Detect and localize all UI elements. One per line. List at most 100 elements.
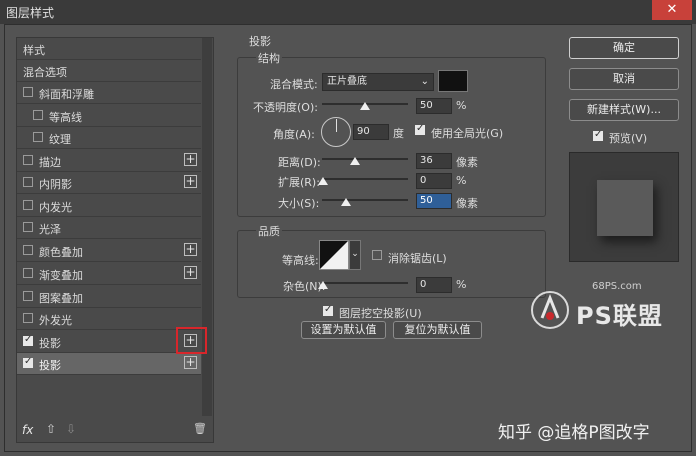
noise-field[interactable]: 0 <box>416 277 452 293</box>
spread-slider[interactable] <box>322 178 408 180</box>
blend-mode-select[interactable]: 正片叠底 ⌄ <box>322 73 434 91</box>
sidebar-item-bevel-emboss[interactable]: 斜面和浮雕 <box>17 82 201 104</box>
blend-mode-label: 混合模式: <box>270 78 318 91</box>
checkbox-satin[interactable] <box>23 222 33 232</box>
move-up-icon[interactable]: ⇧ <box>46 422 56 436</box>
size-slider[interactable] <box>322 199 408 201</box>
distance-slider[interactable] <box>322 158 408 160</box>
add-drop-shadow-icon-2[interactable]: + <box>184 356 197 369</box>
sidebar-item-label: 混合选项 <box>23 66 67 79</box>
distance-field[interactable]: 36 <box>416 153 452 169</box>
opacity-label: 不透明度(O): <box>253 101 318 114</box>
sidebar-item-label: 光泽 <box>39 223 61 236</box>
checkbox-inner-glow[interactable] <box>23 200 33 210</box>
sidebar-item-stroke[interactable]: 描边 + <box>17 150 201 172</box>
opacity-field[interactable]: 50 <box>416 98 452 114</box>
knockout-label: 图层挖空投影(U) <box>339 307 422 320</box>
global-light-label: 使用全局光(G) <box>431 127 504 140</box>
antialias-checkbox[interactable] <box>372 250 382 260</box>
checkbox-contour[interactable] <box>33 110 43 120</box>
sidebar-item-styles[interactable]: 样式 <box>17 38 201 60</box>
sidebar-item-label: 投影 <box>39 359 61 372</box>
close-icon: ✕ <box>666 2 678 17</box>
angle-unit: 度 <box>393 127 404 140</box>
trash-icon[interactable]: 🗑 <box>193 422 207 435</box>
fx-icon[interactable]: fx <box>22 423 33 437</box>
contour-dropdown[interactable]: ⌄ <box>349 240 361 270</box>
spread-field[interactable]: 0 <box>416 173 452 189</box>
checkbox-color-overlay[interactable] <box>23 245 33 255</box>
sidebar-item-blending-options[interactable]: 混合选项 <box>17 60 201 82</box>
sidebar-item-drop-shadow[interactable]: 投影 + <box>17 331 201 353</box>
ok-button[interactable]: 确定 <box>569 37 679 59</box>
checkbox-gradient-overlay[interactable] <box>23 268 33 278</box>
sidebar-item-drop-shadow-selected[interactable]: 投影 + <box>17 353 201 375</box>
angle-dial[interactable] <box>321 117 351 147</box>
distance-slider-thumb[interactable] <box>350 157 360 165</box>
antialias-label: 消除锯齿(L) <box>388 252 447 265</box>
structure-title: 结构 <box>256 50 282 66</box>
noise-slider-thumb[interactable] <box>318 281 328 289</box>
knockout-checkbox[interactable] <box>323 304 333 316</box>
size-field[interactable]: 50 <box>416 193 452 209</box>
checkbox-pattern-overlay[interactable] <box>23 291 33 301</box>
angle-field[interactable]: 90 <box>353 124 389 140</box>
preview-square <box>597 180 653 236</box>
close-button[interactable]: ✕ <box>652 0 692 20</box>
sidebar-item-label: 斜面和浮雕 <box>39 88 94 101</box>
sidebar-item-label: 样式 <box>23 44 45 57</box>
window-title: 图层样式 <box>6 6 55 20</box>
sidebar-item-label: 颜色叠加 <box>39 246 83 259</box>
add-color-overlay-icon[interactable]: + <box>184 243 197 256</box>
section-title: 投影 <box>249 35 271 48</box>
reset-default-button[interactable]: 复位为默认值 <box>393 321 482 339</box>
add-stroke-icon[interactable]: + <box>184 153 197 166</box>
noise-slider[interactable] <box>322 282 408 284</box>
checkbox-stroke[interactable] <box>23 155 33 165</box>
add-gradient-overlay-icon[interactable]: + <box>184 266 197 279</box>
opacity-slider-thumb[interactable] <box>360 102 370 110</box>
sidebar-item-inner-shadow[interactable]: 内阴影 + <box>17 172 201 194</box>
size-label: 大小(S): <box>278 197 320 210</box>
checkbox-bevel-emboss[interactable] <box>23 87 33 97</box>
styles-list-scrollbar[interactable] <box>202 38 212 416</box>
sidebar-item-label: 内发光 <box>39 201 72 214</box>
checkbox-texture[interactable] <box>33 132 43 142</box>
watermark-site: 68PS.com <box>592 281 642 292</box>
shadow-color-swatch[interactable] <box>438 70 468 92</box>
sidebar-item-color-overlay[interactable]: 颜色叠加 + <box>17 240 201 262</box>
watermark-credit: 知乎 @追格P图改字 <box>498 423 650 443</box>
blend-mode-value: 正片叠底 <box>327 76 367 87</box>
contour-preview[interactable] <box>319 240 349 270</box>
preview-label: 预览(V) <box>609 132 648 145</box>
sidebar-item-outer-glow[interactable]: 外发光 <box>17 308 201 330</box>
distance-unit: 像素 <box>456 156 478 169</box>
checkbox-inner-shadow[interactable] <box>23 177 33 187</box>
checkbox-outer-glow[interactable] <box>23 313 33 323</box>
sidebar-item-satin[interactable]: 光泽 <box>17 217 201 239</box>
size-unit: 像素 <box>456 197 478 210</box>
new-style-button[interactable]: 新建样式(W)... <box>569 99 679 121</box>
highlight-box <box>176 327 207 354</box>
spread-unit: % <box>456 174 467 187</box>
checkbox-drop-shadow-2[interactable] <box>23 356 33 368</box>
watermark-brand: PS联盟 <box>576 302 663 330</box>
global-light-checkbox[interactable] <box>415 123 425 135</box>
sidebar-item-label: 纹理 <box>49 133 71 146</box>
move-down-icon[interactable]: ⇩ <box>66 422 76 436</box>
sidebar-item-gradient-overlay[interactable]: 渐变叠加 + <box>17 263 201 285</box>
sidebar-item-contour[interactable]: 等高线 <box>17 105 201 127</box>
contour-curve-icon <box>320 241 348 269</box>
sidebar-item-label: 图案叠加 <box>39 292 83 305</box>
sidebar-item-texture[interactable]: 纹理 <box>17 127 201 149</box>
size-slider-thumb[interactable] <box>341 198 351 206</box>
set-default-button[interactable]: 设置为默认值 <box>301 321 386 339</box>
sidebar-item-pattern-overlay[interactable]: 图案叠加 <box>17 286 201 308</box>
contour-label: 等高线: <box>282 254 319 267</box>
add-inner-shadow-icon[interactable]: + <box>184 175 197 188</box>
spread-slider-thumb[interactable] <box>318 177 328 185</box>
cancel-button[interactable]: 取消 <box>569 68 679 90</box>
checkbox-drop-shadow[interactable] <box>23 334 33 346</box>
sidebar-item-inner-glow[interactable]: 内发光 <box>17 195 201 217</box>
preview-checkbox[interactable] <box>593 129 603 141</box>
